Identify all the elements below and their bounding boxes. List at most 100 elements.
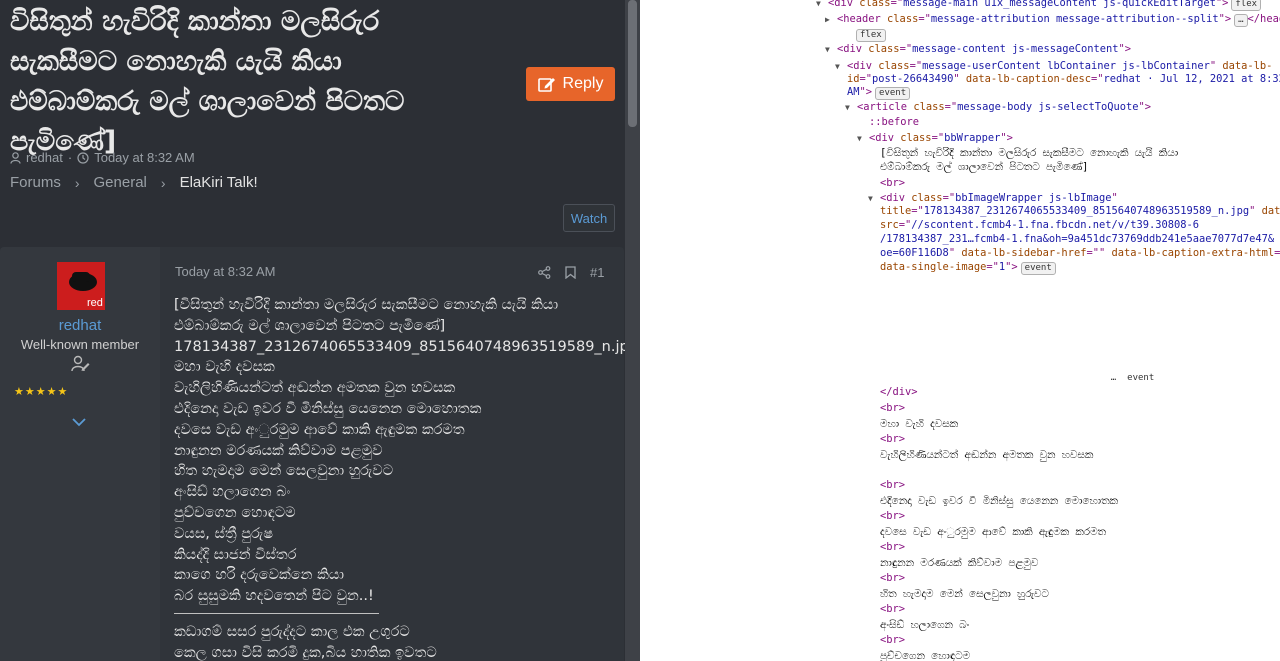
dom-token: title [880,205,912,217]
dom-token: මහා වැහි දවසක [880,418,959,430]
dom-token: class [868,43,900,55]
dom-token: " [1111,192,1118,204]
dom-tree-line[interactable]: <br> [880,571,905,587]
dom-tree-line[interactable]: <br> [880,478,905,494]
dom-token: "> [1215,0,1229,9]
flex-badge[interactable]: flex [1231,0,1262,11]
reply-label: Reply [562,75,604,92]
post-image-link[interactable]: 178134387_2312674065533409_8515640748963… [174,337,638,358]
event-badge[interactable]: event [1020,262,1056,275]
ellipsis-badge[interactable]: … [1234,14,1248,27]
post-number[interactable]: #1 [590,265,604,280]
post-line: පුච්චගෙන හොඳටම [174,504,296,521]
dom-token: පුච්චගෙන හොඳටම [880,650,971,661]
post-line: බර සුසුමකි හදවතෙන් පිට වුන..! [174,588,374,605]
dom-tree-line[interactable]: data-single-image="1"> event [880,260,1056,276]
page-scrollbar-thumb[interactable] [628,0,637,127]
dom-tree-line[interactable]: <br> [880,633,905,649]
chevron-down-icon[interactable] [72,415,86,431]
dom-token: =" [898,219,912,231]
expand-triangle-icon[interactable]: ▶ [825,12,837,28]
post-username[interactable]: redhat [0,317,160,334]
dom-tree-line[interactable]: <br> [880,602,905,618]
collapse-triangle-icon[interactable]: ▼ [835,59,847,75]
dom-token: AM [847,86,860,98]
post-date[interactable]: Today at 8:32 AM [175,264,275,279]
dom-tree-line[interactable]: ▼ <div class="message-content js-messageC… [825,42,1131,58]
thread-title-line: සැකසීමට නොහැකි යැයි කියා [10,46,342,77]
event-badge[interactable]: event [1123,372,1159,385]
dom-token: message-attribution message-attribution-… [930,13,1219,25]
post-line: එදිනෙදා වැඩ ඉවර වී මිනිස්සු යෙනෙන මොහොතක [174,400,482,417]
dom-tree-line[interactable]: <br> [880,509,905,525]
dom-token: width [984,371,1017,383]
avatar[interactable]: red [57,262,105,310]
ellipsis-badge[interactable]: … [1106,372,1121,385]
collapse-triangle-icon[interactable]: ▼ [845,100,857,116]
dom-token: <div [869,132,901,144]
dom-token: =" [918,13,931,25]
chevron-right-icon: › [74,174,80,191]
breadcrumb-item-forums[interactable]: Forums [10,174,61,191]
dom-tree-line[interactable]: <br> [880,432,905,448]
dom-tree-line[interactable]: ▼ <div class="bbWrapper"> [857,131,1013,147]
dom-tree-line[interactable]: id="post-26643490" data-lb-caption-desc=… [847,72,1280,88]
dom-token: <br> [880,433,906,445]
collapse-triangle-icon[interactable]: ▼ [816,0,828,12]
dom-tree-line[interactable]: එදිනෙදා වැඩ ඉවර වී මිනිස්සු යෙනෙන මොහොතක [880,494,1118,510]
dom-tree-line[interactable]: මහා වැහි දවසක [880,417,958,433]
dom-tree-line[interactable]: <br> [880,401,905,417]
event-badge[interactable]: event [875,87,911,100]
post-line: [විසිතුන් හැවිරිදි කාන්තා මලසිරුර සැකසීම… [174,297,559,313]
post-line: වයස, ස්ත්‍රී පුරුෂ [174,525,274,542]
dom-tree-line[interactable]: loading="lazy" width="" height="">… event [891,370,1159,386]
dom-tree-line[interactable]: <br> [880,540,905,556]
dom-tree-line[interactable]: නාඳුනන මරණයක් කිව්වාම පළමුව [880,556,1038,572]
edit-icon [537,78,555,92]
dom-tree-line[interactable]: ::before [869,115,919,131]
dom-token: හිත හැමදාම මෙන් සෙලවුනා හුරුවට [880,588,1049,600]
dom-tree-line[interactable]: AM"> event [847,85,911,101]
dom-tree-line[interactable]: එම්බාම්කරු මල් ශාලාවෙන් පිටතට පැමිණේ] [880,160,1088,176]
dom-tree-line[interactable]: ▶ <header class="message-attribution mess… [825,12,1280,28]
dom-token: නාඳුනන මරණයක් කිව්වාම පළමුව [880,557,1039,569]
flex-badge[interactable]: flex [856,29,886,42]
dom-tree-line[interactable]: දවසෙ වැඩ අංුරමුම ආවේ කාකි ඇඳුමක කරමත [880,525,1106,541]
dom-tree-line[interactable]: <br> [880,176,905,192]
thread-time[interactable]: Today at 8:32 AM [94,150,194,165]
collapse-triangle-icon[interactable]: ▼ [857,131,869,147]
watch-button[interactable]: Watch [563,204,615,232]
dom-tree-line[interactable]: අංසිඩ් හලාගෙන බං [880,618,969,634]
breadcrumb-item-elakiri-talk[interactable]: ElaKiri Talk! [180,174,258,191]
collapse-triangle-icon[interactable]: ▼ [825,42,837,58]
dom-tree-line[interactable]: ▼ <article class="message-body js-selectT… [845,100,1151,116]
dom-token: </div> [880,386,918,398]
dom-token: data-lb-sidebar-href [961,247,1087,259]
dom-token: =" [911,205,924,217]
dom-token: bbImageWrapper js-lbImage [955,192,1112,204]
breadcrumb-item-general[interactable]: General [94,174,147,191]
dom-token: "> [1138,101,1152,113]
post-line: කෙල ගසා විසි කරමි දුක,බිය හාතික ඉවතට [174,644,437,661]
dom-token: =" [942,192,956,204]
dom-tree-line[interactable]: හිත හැමදාම මෙන් සෙලවුනා හුරුවට [880,587,1049,603]
dom-token: ="" [1274,247,1280,259]
dom-token: " [1009,276,1023,288]
dom-token: =" [931,132,945,144]
thread-title-line: එම්බාම්කරු මල් ශාලාවෙන් පිටතට [10,86,405,117]
dom-tree-line[interactable]: flex [853,27,886,43]
bookmark-icon[interactable] [565,266,576,279]
dom-tree-line[interactable]: ▼ <div class="message-main u1x_messageCon… [816,0,1262,12]
dom-tree-line[interactable]: </div> [880,385,918,401]
collapse-triangle-icon[interactable]: ▼ [868,191,880,207]
dom-tree-line[interactable]: පුච්චගෙන හොඳටම [880,649,970,661]
dom-token: data- [1261,205,1280,217]
share-icon[interactable] [538,266,551,279]
post: red redhat Well-known member ★★★★★ Today… [0,247,638,661]
dom-token: <br> [880,479,906,491]
expand-triangle-icon[interactable]: ▶ [879,275,891,291]
dom-tree-line[interactable]: වැහිලිහිණියන්ටත් අඬන්න අමතක වුන හවසක [880,448,1093,464]
thread-author[interactable]: redhat [26,150,63,165]
reply-button[interactable]: Reply [526,67,615,101]
dom-token: data-zoom-target [972,346,1073,358]
